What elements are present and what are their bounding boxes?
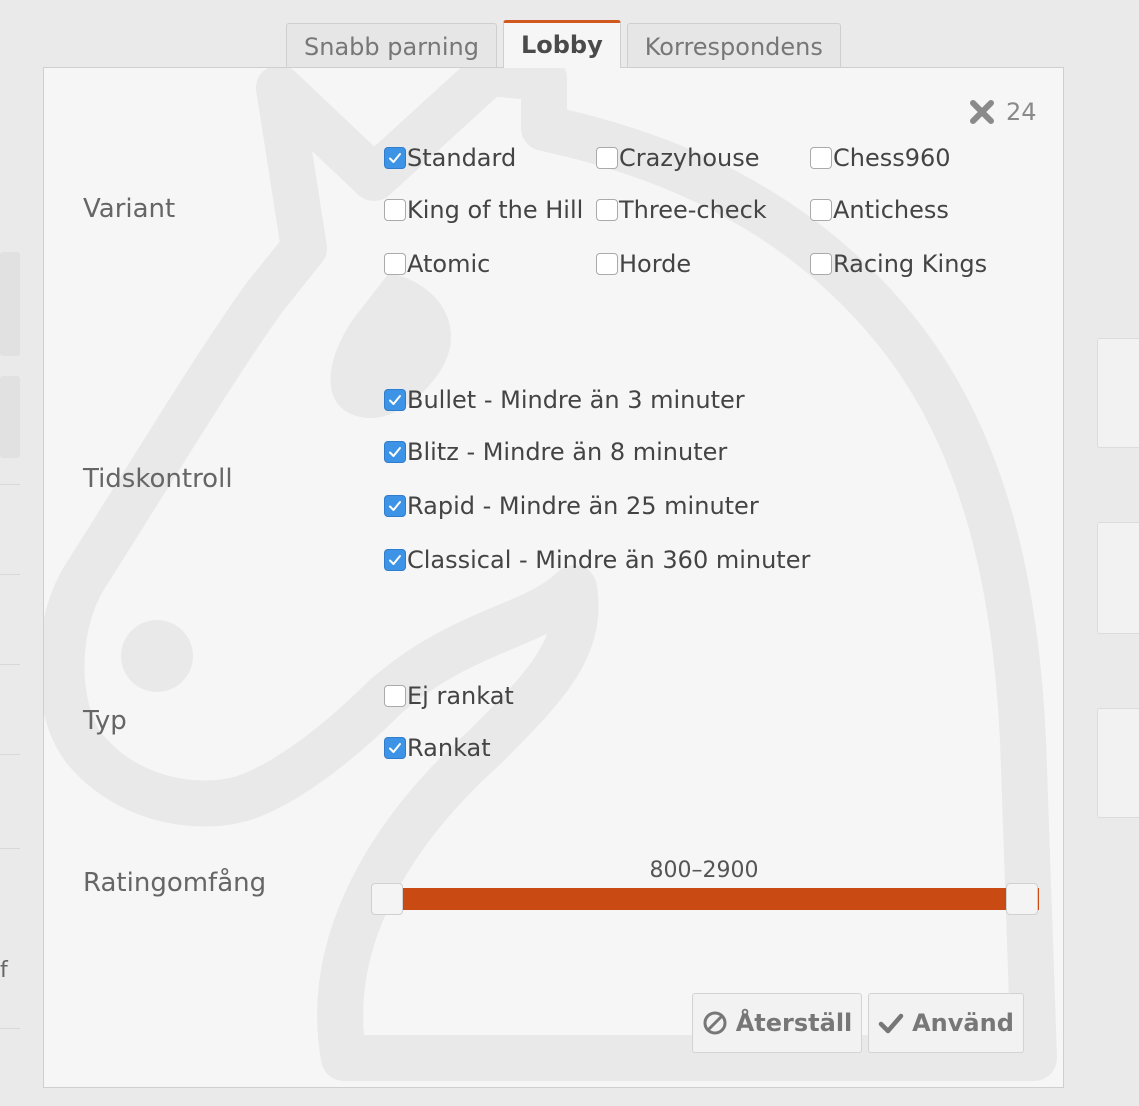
checkbox-icon[interactable] <box>596 253 618 275</box>
type-checkbox-rated[interactable]: Rankat <box>384 734 491 762</box>
type-checkbox-unrated[interactable]: Ej rankat <box>384 682 514 710</box>
tab-quick-pairing[interactable]: Snabb parning <box>286 23 497 67</box>
apply-button[interactable]: Använd <box>868 993 1024 1053</box>
checkbox-label: Crazyhouse <box>619 144 760 172</box>
tab-correspondence[interactable]: Korrespondens <box>626 23 841 67</box>
time-control-checkbox-blitz[interactable]: Blitz - Mindre än 8 minuter <box>384 438 727 466</box>
checkbox-label: Racing Kings <box>833 250 988 278</box>
checkmark-icon <box>389 395 401 405</box>
checkbox-icon[interactable] <box>384 441 406 463</box>
variant-checkbox-horde[interactable]: Horde <box>596 250 691 278</box>
tab-lobby[interactable]: Lobby <box>502 20 621 68</box>
checkbox-label: Bullet - Mindre än 3 minuter <box>407 386 745 414</box>
checkmark-icon <box>389 743 401 753</box>
checkbox-icon[interactable] <box>810 199 832 221</box>
checkbox-label: King of the Hill <box>407 196 584 224</box>
checkbox-icon[interactable] <box>384 199 406 221</box>
checkbox-icon[interactable] <box>384 685 406 707</box>
checkbox-label: Atomic <box>407 250 491 278</box>
variant-checkbox-chess960[interactable]: Chess960 <box>810 144 951 172</box>
checkbox-icon[interactable] <box>596 199 618 221</box>
checkbox-icon[interactable] <box>384 253 406 275</box>
checkmark-icon <box>878 1013 904 1034</box>
rating-range-label: Ratingomfång <box>83 868 267 898</box>
background-card <box>1097 522 1139 634</box>
checkbox-label: Three-check <box>619 196 767 224</box>
time-control-checkbox-rapid[interactable]: Rapid - Mindre än 25 minuter <box>384 492 759 520</box>
background-divider <box>0 754 20 755</box>
checkbox-icon[interactable] <box>384 549 406 571</box>
rating-range-track[interactable] <box>386 888 1039 910</box>
checkbox-icon[interactable] <box>810 253 832 275</box>
checkmark-icon <box>389 153 401 163</box>
variant-checkbox-king-of-the-hill[interactable]: King of the Hill <box>384 196 583 224</box>
apply-button-label: Använd <box>912 1009 1014 1037</box>
close-icon[interactable] <box>968 98 996 126</box>
checkbox-label: Rapid - Mindre än 25 minuter <box>407 492 759 520</box>
ban-icon <box>703 1011 727 1035</box>
background-divider <box>0 664 20 665</box>
checkmark-icon <box>389 447 401 457</box>
checkbox-icon[interactable] <box>384 147 406 169</box>
tab-bar: Snabb parning Lobby Korrespondens <box>286 20 847 68</box>
rating-max-handle[interactable] <box>1006 883 1038 915</box>
checkmark-icon <box>389 555 401 565</box>
variant-label: Variant <box>83 194 176 224</box>
filter-count: 24 <box>968 98 1037 126</box>
checkbox-label: Blitz - Mindre än 8 minuter <box>407 438 728 466</box>
checkbox-icon[interactable] <box>384 495 406 517</box>
filter-panel: 24 Variant Tidskontroll Typ Ratingomfång… <box>43 67 1064 1088</box>
background-divider <box>0 848 20 849</box>
checkbox-label: Classical - Mindre än 360 minuter <box>407 546 811 574</box>
checkbox-label: Horde <box>619 250 692 278</box>
background-divider <box>0 574 20 575</box>
variant-checkbox-atomic[interactable]: Atomic <box>384 250 490 278</box>
background-panel <box>0 376 20 458</box>
checkbox-label: Antichess <box>833 196 949 224</box>
reset-button[interactable]: Återställ <box>692 993 862 1053</box>
checkbox-icon[interactable] <box>384 389 406 411</box>
variant-checkbox-antichess[interactable]: Antichess <box>810 196 949 224</box>
rating-range-value: 800–2900 <box>649 858 759 883</box>
checkbox-icon[interactable] <box>384 737 406 759</box>
type-label: Typ <box>83 706 127 736</box>
checkbox-label: Rankat <box>407 734 491 762</box>
time-control-checkbox-classical[interactable]: Classical - Mindre än 360 minuter <box>384 546 810 574</box>
background-divider <box>0 1028 20 1029</box>
checkbox-icon[interactable] <box>596 147 618 169</box>
background-divider <box>0 484 20 485</box>
checkbox-icon[interactable] <box>810 147 832 169</box>
time-control-checkbox-bullet[interactable]: Bullet - Mindre än 3 minuter <box>384 386 745 414</box>
filter-count-value: 24 <box>1006 98 1037 126</box>
background-card <box>1097 338 1139 448</box>
variant-checkbox-standard[interactable]: Standard <box>384 144 516 172</box>
checkbox-label: Ej rankat <box>407 682 514 710</box>
variant-checkbox-crazyhouse[interactable]: Crazyhouse <box>596 144 760 172</box>
checkmark-icon <box>389 501 401 511</box>
background-panel <box>0 252 20 356</box>
background-text-fragment: f <box>0 958 8 983</box>
variant-checkbox-racing-kings[interactable]: Racing Kings <box>810 250 987 278</box>
reset-button-label: Återställ <box>735 1009 853 1037</box>
checkbox-label: Chess960 <box>833 144 951 172</box>
time-control-label: Tidskontroll <box>83 464 233 494</box>
rating-min-handle[interactable] <box>371 883 403 915</box>
checkbox-label: Standard <box>407 144 517 172</box>
background-card <box>1097 708 1139 818</box>
variant-checkbox-three-check[interactable]: Three-check <box>596 196 767 224</box>
